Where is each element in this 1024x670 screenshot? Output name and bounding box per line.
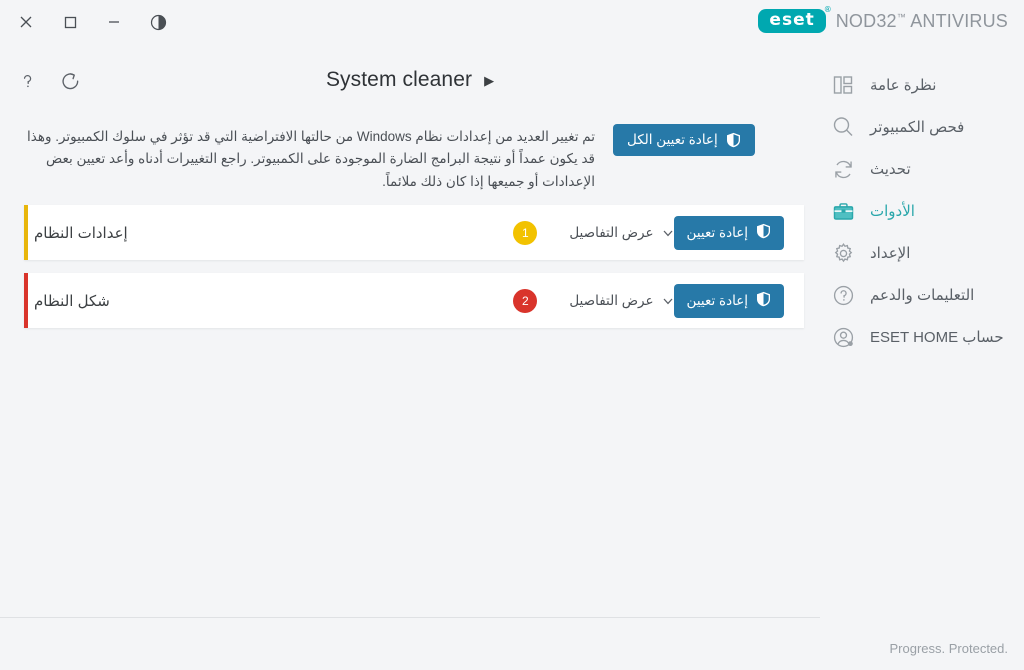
reset-button-label: إعادة تعيين [687,293,748,309]
sidebar-nav: نظرة عامة فحص الكمبيوتر تحديث [820,56,1024,358]
sidebar-item-label: الأدوات [870,204,915,219]
refresh-circle-icon [61,71,81,91]
shield-icon [756,223,771,242]
refresh-icon [830,156,856,182]
search-icon [830,114,856,140]
eset-logo-text: eset [769,10,814,30]
chevron-down-icon [662,295,674,307]
eset-logo: eset ® [758,9,825,33]
reset-button[interactable]: إعادة تعيين [674,216,784,250]
sidebar-item-tools[interactable]: الأدوات [820,190,1024,232]
chevron-right-icon[interactable]: ▶ [484,74,494,87]
reset-button-label: إعادة تعيين [687,225,748,241]
reset-all-button[interactable]: إعادة تعيين الكل [613,124,755,156]
intro-description: تم تغيير العديد من إعدادات نظام Windows … [20,124,595,193]
refresh-button[interactable] [54,64,88,98]
product-name-antivirus: ANTIVIRUS [910,11,1008,31]
content-pane: System cleaner ▶ تم تغيير العديد من إعدا… [0,56,820,670]
question-mark-icon [18,72,37,91]
sidebar-item-eset-home-account[interactable]: حساب ESET HOME [820,316,1024,358]
product-name-nod32: NOD32 [836,11,897,31]
close-button[interactable] [4,5,48,39]
title-bar: eset ® NOD32™ ANTIVIRUS [0,0,1024,44]
maximize-icon [64,16,77,29]
minimize-button[interactable] [92,5,136,39]
maximize-button[interactable] [48,5,92,39]
theme-toggle-button[interactable] [136,5,180,39]
product-name: NOD32™ ANTIVIRUS [836,11,1008,32]
table-row: شكل النظام 2 عرض التفاصيل إعادة تعيين [24,273,804,328]
footer-tagline: Progress. Protected. [890,641,1009,656]
sidebar-item-label: التعليمات والدعم [870,288,974,303]
sidebar-item-label: نظرة عامة [870,78,936,93]
contrast-icon [150,14,167,31]
shield-icon [726,132,741,148]
view-details-toggle[interactable]: عرض التفاصيل [569,225,673,241]
registered-mark: ® [824,6,833,14]
status-badge: 1 [513,221,537,245]
gear-icon [830,240,856,266]
footer-divider [0,617,820,618]
sidebar-item-label: حساب ESET HOME [870,330,1004,345]
overview-icon [830,72,856,98]
reset-button[interactable]: إعادة تعيين [674,284,784,318]
minimize-icon [107,15,121,29]
chevron-down-icon [662,227,674,239]
content-toolbar [10,64,88,98]
toolbox-icon [830,198,856,224]
page-header: System cleaner ▶ [0,68,820,92]
view-details-label: عرض التفاصيل [569,225,653,241]
intro-section: تم تغيير العديد من إعدادات نظام Windows … [20,124,804,193]
sidebar-item-setup[interactable]: الإعداد [820,232,1024,274]
view-details-label: عرض التفاصيل [569,293,653,309]
sidebar-item-label: تحديث [870,162,911,177]
brand-logo-area: eset ® NOD32™ ANTIVIRUS [758,9,1008,33]
row-title: شكل النظام [34,292,110,310]
sidebar-item-update[interactable]: تحديث [820,148,1024,190]
shield-icon [756,291,771,310]
reset-all-label: إعادة تعيين الكل [627,132,718,148]
close-icon [19,15,33,29]
app-window: eset ® NOD32™ ANTIVIRUS نظرة عامة فحص ال… [0,0,1024,670]
sidebar-item-help-support[interactable]: التعليمات والدعم [820,274,1024,316]
question-mark-button[interactable] [10,64,44,98]
account-icon [830,324,856,350]
page-title: System cleaner [326,68,472,92]
cleaner-item-list: إعدادات النظام 1 عرض التفاصيل إعادة تعيي… [24,205,804,341]
sidebar-item-label: الإعداد [870,246,910,261]
status-badge: 2 [513,289,537,313]
help-circle-icon [830,282,856,308]
sidebar-item-computer-scan[interactable]: فحص الكمبيوتر [820,106,1024,148]
table-row: إعدادات النظام 1 عرض التفاصيل إعادة تعيي… [24,205,804,260]
row-title: إعدادات النظام [34,224,128,242]
window-controls [0,5,180,39]
sidebar-item-label: فحص الكمبيوتر [870,120,964,135]
view-details-toggle[interactable]: عرض التفاصيل [569,293,673,309]
sidebar-item-overview[interactable]: نظرة عامة [820,64,1024,106]
trademark-mark: ™ [897,12,906,22]
